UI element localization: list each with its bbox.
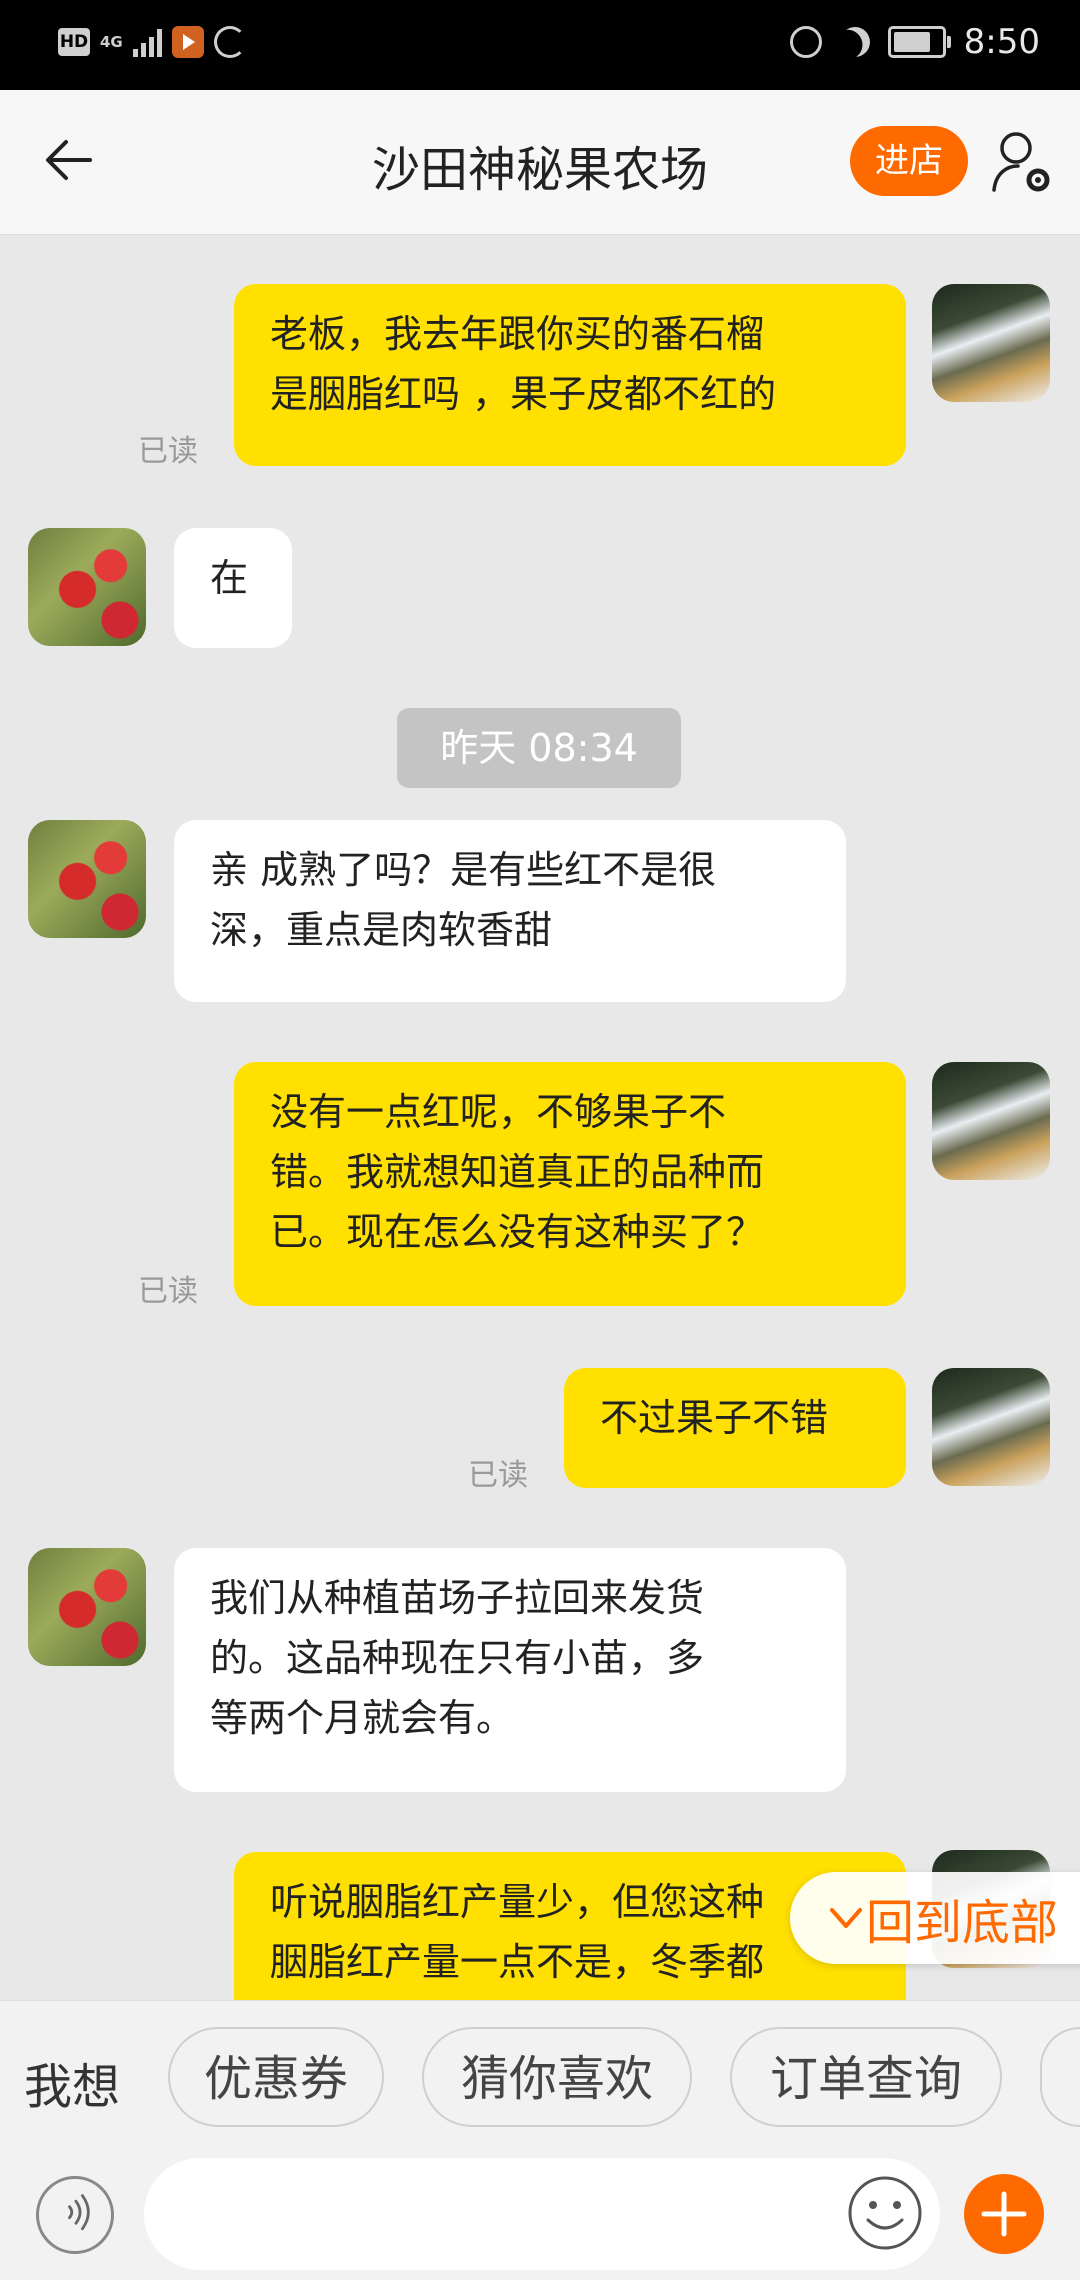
read-receipt: 已读	[138, 1274, 198, 1309]
my-message-bubble[interactable]: 不过果子不错	[564, 1368, 906, 1488]
plus-icon[interactable]	[964, 2174, 1044, 2254]
read-receipt: 已读	[138, 434, 198, 469]
signal-icon	[132, 27, 162, 57]
shop-message-bubble[interactable]: 在	[174, 528, 292, 648]
status-bar: HD 4G 8:50	[0, 0, 1080, 90]
shop-avatar[interactable]	[28, 820, 146, 938]
my-message-bubble[interactable]: 老板，我去年跟你买的番石榴 是胭脂红吗 ，果子皮都不红的	[234, 284, 906, 466]
quick-bar-label: 我想	[24, 2059, 121, 2115]
chevron-down-icon	[830, 1908, 862, 1928]
my-message-bubble[interactable]: 没有一点红呢，不够果子不 错。我就想知道真正的品种而 已。现在怎么没有这种买了？	[234, 1062, 906, 1306]
alarm-icon	[789, 26, 822, 58]
input-bar	[0, 2150, 1080, 2280]
my-avatar[interactable]	[932, 284, 1050, 402]
video-app-icon	[171, 26, 204, 58]
sync-icon	[213, 26, 246, 58]
chip-coupon[interactable]: 优惠券	[168, 2027, 384, 2127]
emoji-icon[interactable]	[846, 2174, 924, 2252]
user-settings-icon[interactable]	[990, 128, 1054, 198]
shop-message-bubble[interactable]: 亲 成熟了吗？是有些红不是很 深，重点是肉软香甜	[174, 820, 846, 1002]
voice-icon[interactable]	[36, 2176, 114, 2254]
status-left: HD 4G	[58, 26, 246, 58]
status-time: 8:50	[963, 22, 1040, 62]
scroll-to-bottom-label: 回到底部	[866, 1895, 1059, 1951]
chip-more[interactable]	[1040, 2027, 1080, 2127]
scroll-to-bottom-button[interactable]: 回到底部	[790, 1872, 1080, 1964]
chat-header: 沙田神秘果农场 进店	[0, 90, 1080, 235]
hd-icon: HD	[58, 28, 90, 56]
enter-shop-button[interactable]: 进店	[850, 126, 968, 196]
status-right: 8:50	[789, 22, 1040, 62]
read-receipt: 已读	[468, 1458, 528, 1493]
network-type: 4G	[100, 33, 123, 51]
chip-order-query[interactable]: 订单查询	[730, 2027, 1002, 2127]
my-avatar[interactable]	[932, 1062, 1050, 1180]
battery-icon	[887, 26, 951, 58]
message-input[interactable]	[144, 2158, 940, 2270]
shop-avatar[interactable]	[28, 1548, 146, 1666]
timestamp-divider: 昨天 08:34	[397, 708, 681, 788]
my-avatar[interactable]	[932, 1368, 1050, 1486]
shop-avatar[interactable]	[28, 528, 146, 646]
shop-message-bubble[interactable]: 我们从种植苗场子拉回来发货 的。这品种现在只有小苗，多 等两个月就会有。	[174, 1548, 846, 1792]
quick-action-bar: 我想 优惠券 猜你喜欢 订单查询	[0, 2000, 1080, 2151]
chip-recommendations[interactable]: 猜你喜欢	[422, 2027, 692, 2127]
moon-icon	[835, 23, 873, 61]
